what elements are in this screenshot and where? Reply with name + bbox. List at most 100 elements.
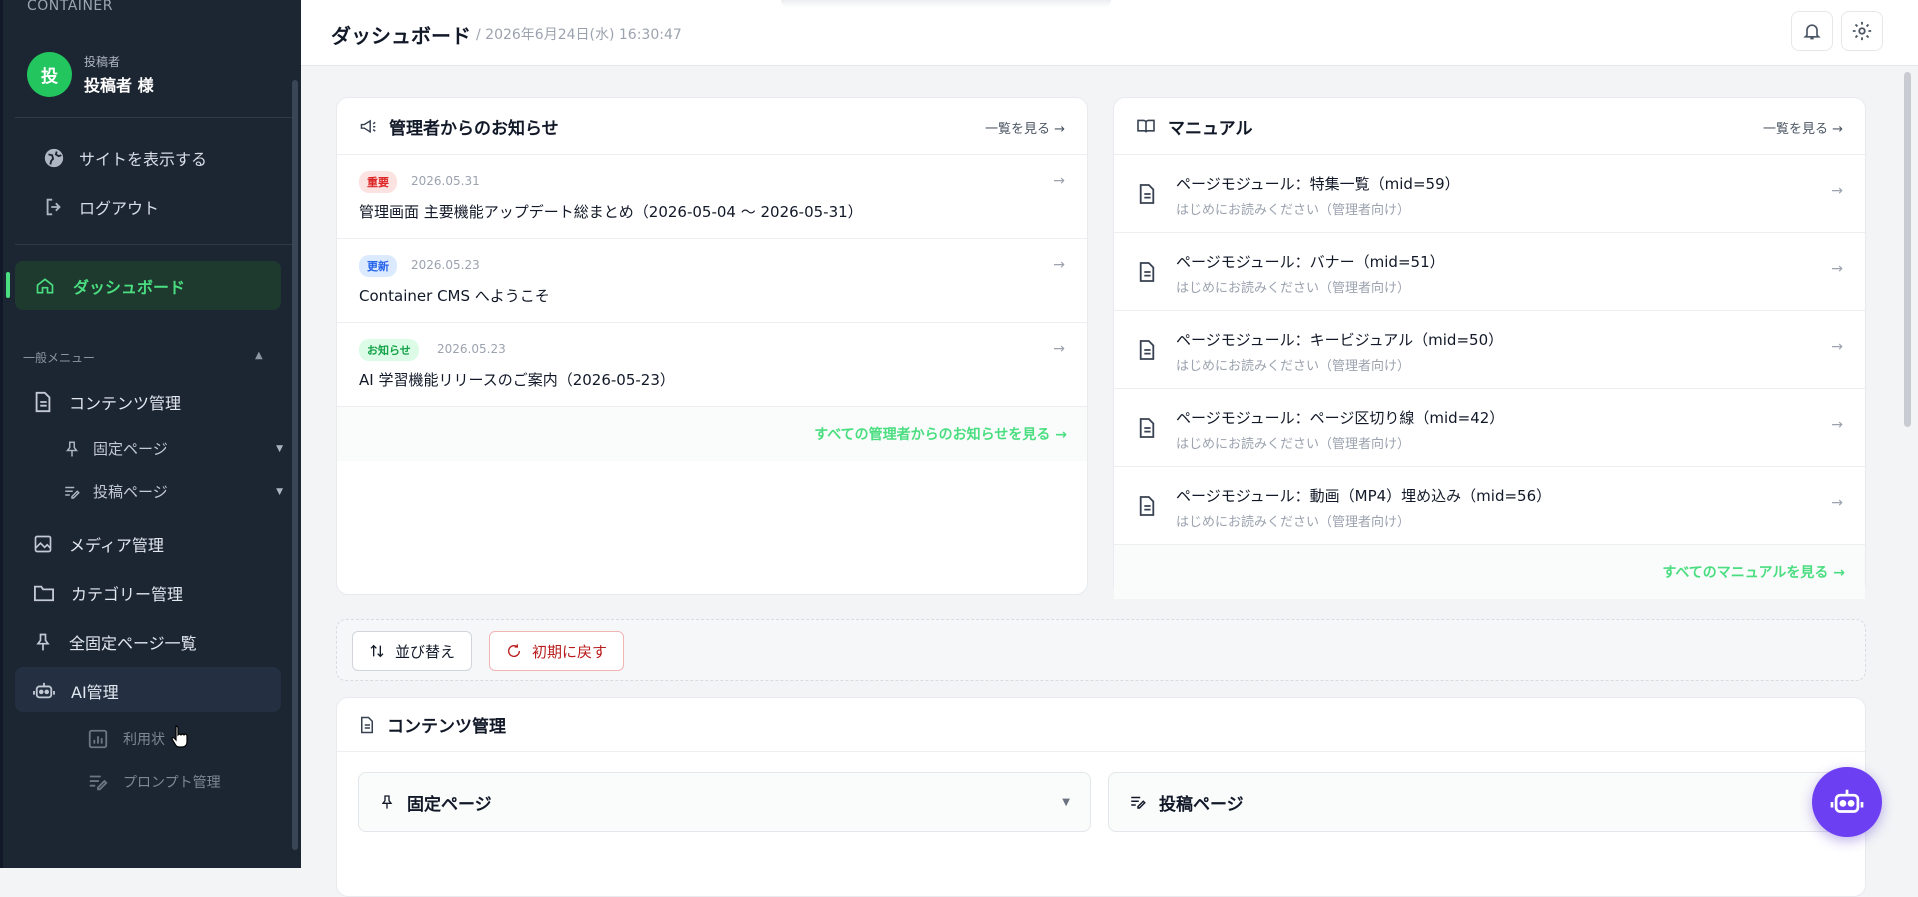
card-header: コンテンツ管理 xyxy=(337,698,1865,752)
pin-icon xyxy=(63,440,93,458)
item-subtitle: はじめにお読みください（管理者向け） xyxy=(1176,437,1411,452)
arrow-right-icon: → xyxy=(1831,417,1843,433)
fixed-page-accordion[interactable]: 固定ページ ▼ xyxy=(358,772,1091,832)
sidebar-item-ai[interactable]: AI管理 xyxy=(33,679,119,703)
see-all-link[interactable]: 一覧を見る → xyxy=(985,118,1065,137)
header-shadow xyxy=(781,0,1111,8)
item-date: 2026.05.23 xyxy=(437,342,506,356)
arrow-right-icon: → xyxy=(1053,257,1065,273)
divider xyxy=(15,244,293,245)
status-badge: お知らせ xyxy=(359,339,419,361)
divider xyxy=(15,117,293,118)
logout-link[interactable]: ログアウト xyxy=(43,195,159,219)
list-item[interactable]: ページモジュール：バナー（mid=51） はじめにお読みください（管理者向け） … xyxy=(1114,233,1865,311)
sidebar-item-all-fixed[interactable]: 全固定ページ一覧 xyxy=(33,630,197,654)
sidebar-item-post-page[interactable]: 投稿ページ ▼ xyxy=(63,481,283,502)
robot-icon xyxy=(33,681,71,701)
reset-button[interactable]: 初期に戻す xyxy=(489,631,625,671)
post-page-label: 投稿ページ xyxy=(93,483,168,501)
sidebar-item-dashboard[interactable]: ダッシュボード xyxy=(15,261,281,310)
sidebar-item-prompt[interactable]: プロンプト管理 xyxy=(87,771,221,793)
all-fixed-label: 全固定ページ一覧 xyxy=(69,634,197,653)
category-label: カテゴリー管理 xyxy=(71,585,184,604)
settings-button[interactable] xyxy=(1841,11,1883,51)
card-header: 管理者からのお知らせ 一覧を見る → xyxy=(337,98,1087,155)
globe-icon xyxy=(43,147,79,169)
page-scrollbar[interactable] xyxy=(1904,72,1911,427)
item-title: ページモジュール：キービジュアル（mid=50） xyxy=(1176,331,1504,349)
item-title: ページモジュール：バナー（mid=51） xyxy=(1176,253,1445,271)
view-site-link[interactable]: サイトを表示する xyxy=(43,146,207,170)
megaphone-icon xyxy=(359,118,389,134)
see-all-news-link[interactable]: すべての管理者からのお知らせを見る → xyxy=(337,407,1087,461)
list-item[interactable]: ページモジュール：特集一覧（mid=59） はじめにお読みください（管理者向け）… xyxy=(1114,155,1865,233)
arrow-right-icon: → xyxy=(1831,261,1843,277)
chart-icon xyxy=(87,728,123,750)
item-date: 2026.05.23 xyxy=(411,258,480,272)
item-title: 管理画面 主要機能アップデート総まとめ（2026-05-04 〜 2026-05… xyxy=(359,203,863,221)
prompt-label: プロンプト管理 xyxy=(123,775,221,791)
layout-toolbar: 並び替え 初期に戻す xyxy=(336,619,1866,681)
logout-label: ログアウト xyxy=(79,199,160,218)
item-subtitle: はじめにお読みください（管理者向け） xyxy=(1176,203,1411,218)
sidebar-item-category[interactable]: カテゴリー管理 xyxy=(33,581,183,605)
admin-news-card: 管理者からのお知らせ 一覧を見る → 重要 2026.05.31 → 管理画面 … xyxy=(336,97,1088,595)
list-item[interactable]: ページモジュール：キービジュアル（mid=50） はじめにお読みください（管理者… xyxy=(1114,311,1865,389)
list-edit-icon xyxy=(63,483,93,501)
logout-icon xyxy=(43,196,79,218)
item-title: ページモジュール：特集一覧（mid=59） xyxy=(1176,175,1460,193)
post-page-accordion[interactable]: 投稿ページ xyxy=(1108,772,1868,832)
document-icon xyxy=(33,391,69,413)
list-edit-icon xyxy=(1129,793,1159,811)
fixed-page-title: 固定ページ xyxy=(407,794,492,815)
sidebar-item-usage[interactable]: 利用状 xyxy=(87,728,165,750)
home-icon xyxy=(35,276,73,296)
sidebar-item-fixed-page[interactable]: 固定ページ ▼ xyxy=(63,438,283,459)
pin-icon xyxy=(33,632,69,652)
page-datetime: / 2026年6月24日(水) 16:30:47 xyxy=(476,27,682,43)
image-icon xyxy=(33,534,69,554)
notifications-button[interactable] xyxy=(1791,11,1833,51)
bell-icon xyxy=(1802,21,1822,41)
user-name: 投稿者 様 xyxy=(84,76,154,95)
arrow-right-icon: → xyxy=(1831,183,1843,199)
top-header: ダッシュボード / 2026年6月24日(水) 16:30:47 xyxy=(301,0,1918,66)
item-subtitle: はじめにお読みください（管理者向け） xyxy=(1176,515,1411,530)
media-label: メディア管理 xyxy=(69,536,164,555)
document-icon xyxy=(359,716,387,734)
usage-label: 利用状 xyxy=(123,732,165,748)
list-item[interactable]: お知らせ 2026.05.23 → AI 学習機能リリースのご案内（2026-0… xyxy=(337,323,1087,407)
status-badge: 更新 xyxy=(359,255,397,277)
list-item[interactable]: 更新 2026.05.23 → Container CMS へようこそ xyxy=(337,239,1087,323)
arrow-right-icon: → xyxy=(1831,339,1843,355)
list-item[interactable]: ページモジュール：動画（MP4）埋め込み（mid=56） はじめにお読みください… xyxy=(1114,467,1865,545)
manual-card: マニュアル 一覧を見る → ページモジュール：特集一覧（mid=59） はじめに… xyxy=(1113,97,1866,599)
ai-assistant-button[interactable] xyxy=(1812,767,1882,837)
robot-icon xyxy=(1830,787,1864,817)
folder-icon xyxy=(33,583,71,603)
status-badge: 重要 xyxy=(359,171,397,193)
fixed-page-label: 固定ページ xyxy=(93,440,168,458)
card-header: マニュアル 一覧を見る → xyxy=(1114,98,1865,155)
chevron-down-icon: ▼ xyxy=(1062,796,1070,808)
arrow-right-icon: → xyxy=(1053,341,1065,357)
dashboard-label: ダッシュボード xyxy=(73,277,186,297)
reset-icon xyxy=(506,643,532,659)
sidebar-item-contents[interactable]: コンテンツ管理 xyxy=(33,390,181,414)
collapse-icon[interactable]: ▲ xyxy=(255,350,263,361)
sidebar-scrollbar[interactable] xyxy=(292,80,298,850)
arrow-right-icon: → xyxy=(1053,173,1065,189)
item-title: ページモジュール：ページ区切り線（mid=42） xyxy=(1176,409,1505,427)
user-role: 投稿者 xyxy=(84,55,121,69)
sidebar-item-media[interactable]: メディア管理 xyxy=(33,532,164,556)
item-subtitle: はじめにお読みください（管理者向け） xyxy=(1176,281,1411,296)
sort-button[interactable]: 並び替え xyxy=(352,631,473,671)
sort-label: 並び替え xyxy=(395,642,456,661)
see-all-link[interactable]: 一覧を見る → xyxy=(1763,118,1843,137)
active-indicator xyxy=(6,272,10,298)
contents-label: コンテンツ管理 xyxy=(69,394,182,413)
see-all-manuals-link[interactable]: すべてのマニュアルを見る → xyxy=(1114,545,1865,599)
item-date: 2026.05.31 xyxy=(411,174,480,188)
list-item[interactable]: 重要 2026.05.31 → 管理画面 主要機能アップデート総まとめ（2026… xyxy=(337,155,1087,239)
list-item[interactable]: ページモジュール：ページ区切り線（mid=42） はじめにお読みください（管理者… xyxy=(1114,389,1865,467)
